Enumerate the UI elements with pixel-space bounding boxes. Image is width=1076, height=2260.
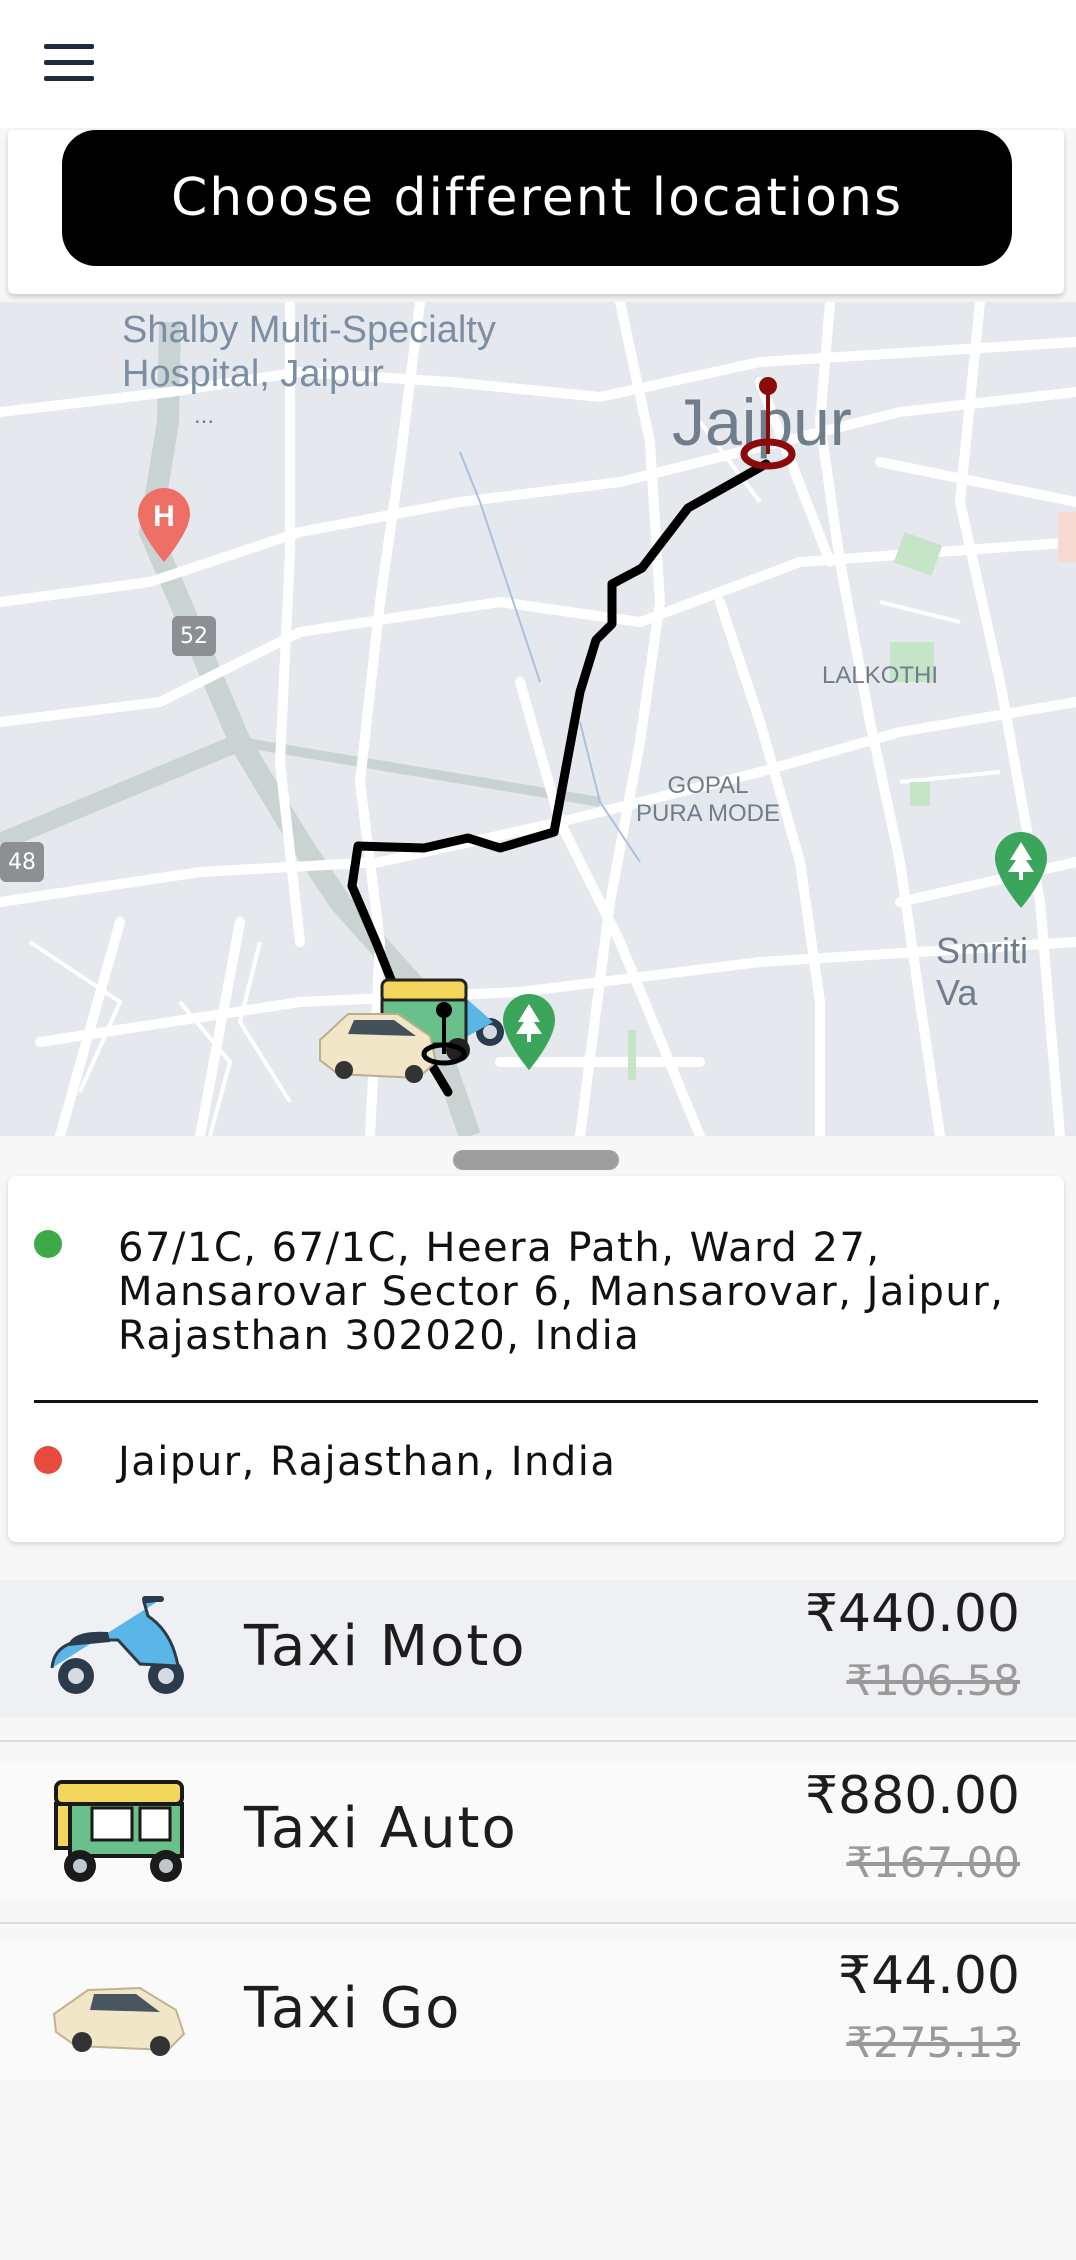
map-vehicles-cluster [318,970,518,1090]
choose-different-locations-button[interactable]: Choose different locations [62,130,1012,266]
park-marker-icon[interactable] [992,830,1050,910]
map-label-hospital-dots: ... [194,402,215,429]
ride-name: Taxi Moto [244,1614,527,1679]
map-label-smriti: Smriti Va [936,930,1028,1013]
svg-text:H: H [153,500,175,533]
top-bar [0,0,1076,128]
bottom-sheet-handle[interactable] [453,1150,619,1170]
hamburger-menu-icon[interactable] [44,44,98,84]
hospital-marker-icon[interactable]: H [134,486,194,564]
ride-price: ₹440.00 [804,1584,1020,1644]
map-label-lalkothi: LALKOTHI [822,662,939,689]
map-label-hospital: Shalby Multi-Specialty Hospital, Jaipur [122,309,496,395]
destination-pin-icon[interactable] [738,376,798,472]
car-icon [48,1954,192,2070]
route-details-card: 67/1C, 67/1C, Heera Path, Ward 27, Mansa… [8,1176,1064,1542]
ride-old-price: ₹167.00 [846,1838,1020,1887]
header-card: Choose different locations [8,130,1064,294]
ride-price: ₹880.00 [804,1766,1020,1826]
ride-option-taxi-moto[interactable]: Taxi Moto ₹440.00 ₹106.58 [0,1580,1076,1718]
ride-option-taxi-auto[interactable]: Taxi Auto ₹880.00 ₹167.00 [0,1762,1076,1900]
ride-old-price: ₹106.58 [846,1656,1020,1705]
road-shield-48: 48 [0,842,44,882]
ride-name: Taxi Auto [244,1796,518,1861]
map-view[interactable]: Shalby Multi-Specialty Hospital, Jaipur … [0,302,1076,1136]
ride-separator [0,1922,1076,1924]
ride-name: Taxi Go [244,1976,462,2041]
road-shield-52: 52 [172,616,216,656]
ride-separator [0,1740,1076,1742]
pickup-address[interactable]: 67/1C, 67/1C, Heera Path, Ward 27, Mansa… [118,1226,1004,1358]
ride-price: ₹44.00 [838,1946,1020,2006]
dropoff-dot-icon [34,1446,62,1474]
dropoff-address[interactable]: Jaipur, Rajasthan, India [118,1440,616,1484]
scooter-icon [48,1592,192,1708]
ride-option-taxi-go[interactable]: Taxi Go ₹44.00 ₹275.13 [0,1942,1076,2080]
map-label-gopalpura: GOPAL PURA MODE [636,772,781,827]
pickup-dot-icon [34,1230,62,1258]
auto-rickshaw-icon [48,1774,192,1890]
route-divider [34,1400,1038,1403]
ride-old-price: ₹275.13 [846,2018,1020,2067]
